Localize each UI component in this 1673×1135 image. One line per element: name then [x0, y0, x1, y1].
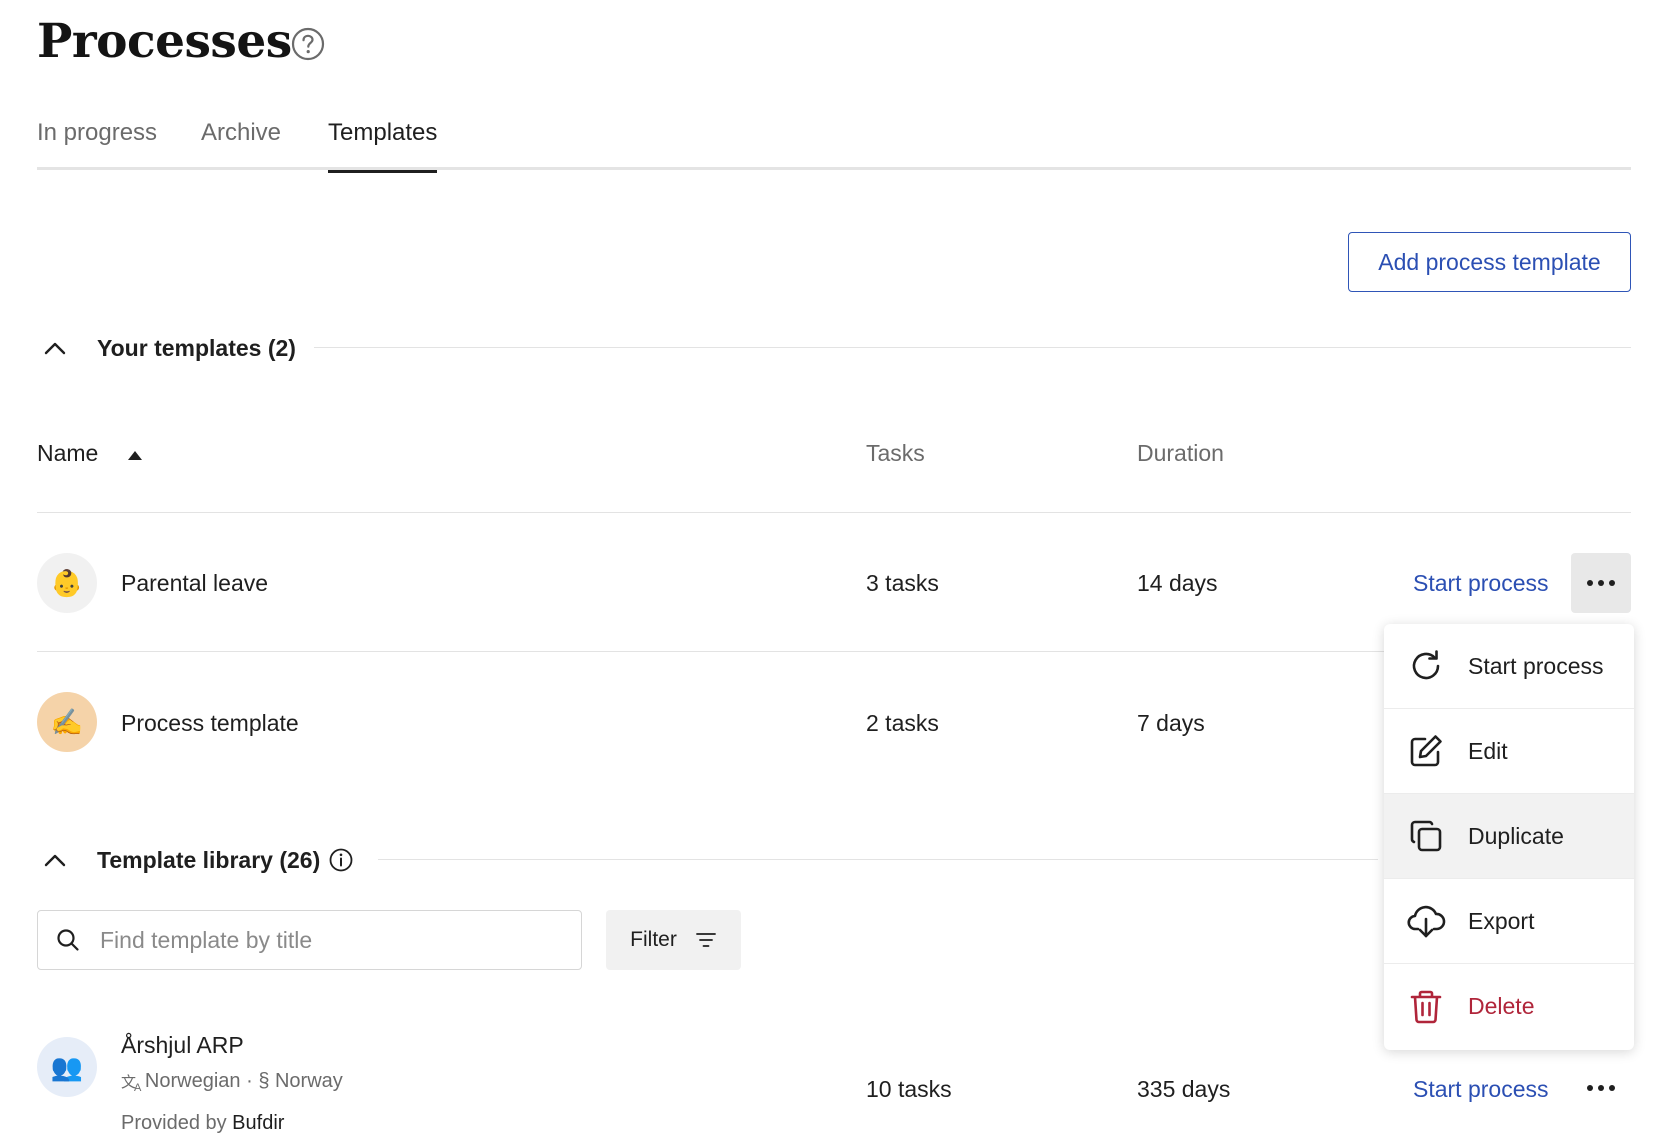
menu-item-start-process[interactable]: Start process	[1384, 624, 1634, 709]
template-provider: Provided by Bufdir	[121, 1112, 284, 1135]
trash-icon	[1406, 987, 1446, 1027]
context-menu: Start process Edit Duplicate Export Dele…	[1384, 624, 1634, 1050]
page-title: Processes	[37, 14, 292, 69]
column-header-name[interactable]: Name	[37, 440, 98, 467]
avatar: ✍️	[37, 692, 97, 752]
template-duration: 335 days	[1137, 1076, 1231, 1102]
template-tasks: 2 tasks	[866, 710, 939, 736]
tab-bar: In progress Archive Templates	[37, 116, 1631, 173]
more-options-button[interactable]	[1571, 553, 1631, 613]
template-library-header: Template library (26)	[37, 842, 354, 878]
filter-icon	[695, 933, 716, 947]
search-input[interactable]	[100, 926, 540, 954]
menu-item-label: Start process	[1468, 652, 1604, 679]
start-process-link[interactable]: Start process	[1413, 1076, 1549, 1103]
avatar: 👶	[37, 553, 97, 613]
template-duration: 7 days	[1137, 710, 1205, 736]
collapse-chevron-up-icon[interactable]	[37, 842, 73, 878]
template-tasks: 3 tasks	[866, 570, 939, 596]
add-process-template-button[interactable]: Add process template	[1348, 232, 1631, 292]
your-templates-title: Your templates (2)	[97, 334, 296, 361]
column-header-tasks[interactable]: Tasks	[866, 440, 925, 467]
tab-archive[interactable]: Archive	[201, 116, 281, 170]
more-icon	[1587, 1085, 1615, 1091]
avatar: 👥	[37, 1037, 97, 1097]
provider-name: Bufdir	[232, 1112, 285, 1134]
menu-item-edit[interactable]: Edit	[1384, 709, 1634, 794]
translate-icon: 文A	[121, 1074, 141, 1094]
section-divider	[314, 347, 1631, 348]
menu-item-label: Delete	[1468, 993, 1535, 1019]
template-library-title: Template library (26)	[97, 846, 321, 873]
template-meta: 文A Norwegian · § Norway	[121, 1070, 343, 1094]
help-icon[interactable]	[291, 27, 325, 61]
more-options-button[interactable]	[1571, 1058, 1631, 1118]
provided-by-label: Provided by	[121, 1112, 233, 1134]
tab-templates[interactable]: Templates	[328, 116, 438, 173]
menu-item-label: Edit	[1468, 737, 1508, 764]
template-language: Norwegian	[144, 1070, 241, 1092]
collapse-chevron-up-icon[interactable]	[37, 330, 73, 366]
cloud-download-icon	[1406, 901, 1446, 941]
template-name: Årshjul ARP	[121, 1032, 244, 1058]
template-name: Process template	[121, 710, 299, 736]
filter-label: Filter	[630, 928, 677, 951]
section-divider	[378, 859, 1378, 860]
template-tasks: 10 tasks	[866, 1076, 952, 1102]
info-icon[interactable]	[328, 847, 354, 873]
search-box	[37, 910, 582, 970]
duplicate-icon	[1406, 816, 1446, 856]
template-jurisdiction: § Norway	[258, 1070, 343, 1092]
search-icon	[57, 929, 79, 951]
menu-item-label: Export	[1468, 907, 1535, 934]
your-templates-header: Your templates (2)	[37, 330, 296, 366]
more-icon	[1587, 580, 1615, 586]
tab-in-progress[interactable]: In progress	[37, 116, 157, 170]
start-process-link[interactable]: Start process	[1413, 570, 1549, 597]
menu-item-label: Duplicate	[1468, 822, 1564, 849]
edit-icon	[1406, 731, 1446, 771]
column-header-duration[interactable]: Duration	[1137, 440, 1224, 467]
menu-item-export[interactable]: Export	[1384, 879, 1634, 964]
menu-item-duplicate[interactable]: Duplicate	[1384, 794, 1634, 879]
row-divider	[37, 512, 1631, 513]
template-name: Parental leave	[121, 570, 269, 596]
template-duration: 14 days	[1137, 570, 1218, 596]
meta-separator: ·	[240, 1070, 259, 1092]
sort-ascending-icon[interactable]	[128, 451, 142, 460]
refresh-icon	[1406, 646, 1446, 686]
menu-item-delete[interactable]: Delete	[1384, 964, 1634, 1049]
filter-button[interactable]: Filter	[606, 910, 741, 970]
